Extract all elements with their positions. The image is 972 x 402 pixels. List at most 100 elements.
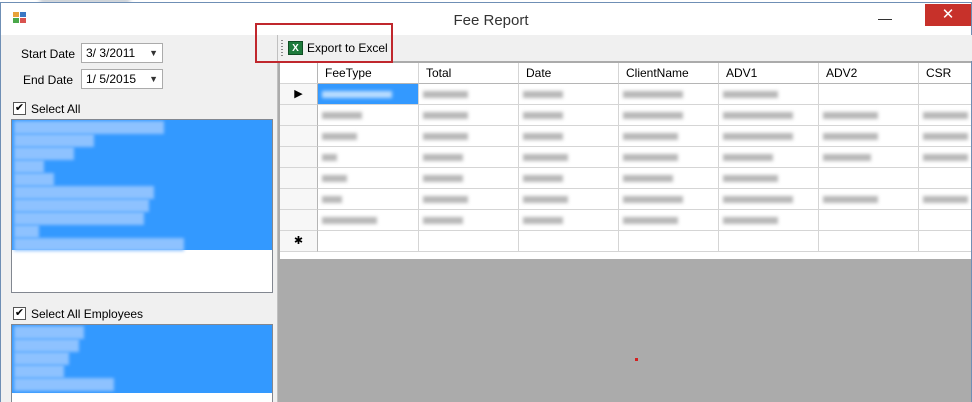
list-item[interactable] xyxy=(14,121,164,134)
list-item[interactable] xyxy=(14,173,54,186)
table-cell[interactable] xyxy=(318,84,419,105)
table-cell[interactable] xyxy=(619,105,719,126)
table-cell[interactable] xyxy=(419,189,519,210)
table-cell[interactable] xyxy=(919,105,971,126)
chevron-down-icon[interactable]: ▼ xyxy=(149,44,158,62)
table-cell[interactable] xyxy=(819,210,919,231)
row-header-new[interactable]: ✱ xyxy=(280,231,318,252)
row-header-current[interactable]: ▶ xyxy=(280,84,318,105)
new-row-cell[interactable] xyxy=(419,231,519,252)
table-cell[interactable] xyxy=(719,84,819,105)
select-all-checkbox[interactable]: ✔ xyxy=(13,102,26,115)
new-row-cell[interactable] xyxy=(919,231,971,252)
table-cell[interactable] xyxy=(719,147,819,168)
table-cell[interactable] xyxy=(419,105,519,126)
table-cell[interactable] xyxy=(519,147,619,168)
new-row-cell[interactable] xyxy=(819,231,919,252)
row-header[interactable] xyxy=(280,147,318,168)
list-item[interactable] xyxy=(14,134,94,147)
list-item[interactable] xyxy=(14,352,69,365)
table-cell[interactable] xyxy=(919,189,971,210)
table-cell[interactable] xyxy=(819,189,919,210)
new-row-cell[interactable] xyxy=(519,231,619,252)
start-date-picker[interactable]: 3/ 3/2011 ▼ xyxy=(81,43,163,63)
table-cell[interactable] xyxy=(619,210,719,231)
table-cell[interactable] xyxy=(919,168,971,189)
list-item[interactable] xyxy=(14,199,149,212)
row-header[interactable] xyxy=(280,168,318,189)
row-header[interactable] xyxy=(280,189,318,210)
minimize-button[interactable]: — xyxy=(871,9,899,29)
column-header-csr[interactable]: CSR xyxy=(919,63,971,84)
employee-selected-items[interactable] xyxy=(12,325,272,393)
employee-listbox[interactable] xyxy=(11,324,273,402)
row-header[interactable] xyxy=(280,210,318,231)
table-cell[interactable] xyxy=(318,105,419,126)
table-cell[interactable] xyxy=(819,84,919,105)
table-cell[interactable] xyxy=(619,84,719,105)
table-cell[interactable] xyxy=(519,126,619,147)
table-cell[interactable] xyxy=(318,210,419,231)
column-header-adv2[interactable]: ADV2 xyxy=(819,63,919,84)
table-cell[interactable] xyxy=(318,147,419,168)
close-button[interactable]: ✕ xyxy=(925,4,971,26)
table-cell[interactable] xyxy=(619,168,719,189)
list-item[interactable] xyxy=(14,365,64,378)
table-cell[interactable] xyxy=(819,147,919,168)
new-row-cell[interactable] xyxy=(318,231,419,252)
table-cell[interactable] xyxy=(719,168,819,189)
table-cell[interactable] xyxy=(819,168,919,189)
end-date-picker[interactable]: 1/ 5/2015 ▼ xyxy=(81,69,163,89)
table-cell[interactable] xyxy=(419,210,519,231)
column-header-date[interactable]: Date xyxy=(519,63,619,84)
list-item[interactable] xyxy=(14,186,154,199)
list-item[interactable] xyxy=(14,238,184,251)
column-header-clientname[interactable]: ClientName xyxy=(619,63,719,84)
list-item[interactable] xyxy=(14,339,79,352)
row-header[interactable] xyxy=(280,126,318,147)
table-cell[interactable] xyxy=(719,210,819,231)
table-cell[interactable] xyxy=(719,189,819,210)
column-header-total[interactable]: Total xyxy=(419,63,519,84)
select-all-employees-label[interactable]: Select All Employees xyxy=(31,307,143,321)
fee-type-listbox[interactable] xyxy=(11,119,273,293)
table-cell[interactable] xyxy=(619,147,719,168)
table-cell[interactable] xyxy=(919,84,971,105)
select-all-employees-checkbox[interactable]: ✔ xyxy=(13,307,26,320)
list-item[interactable] xyxy=(14,212,144,225)
table-cell[interactable] xyxy=(419,84,519,105)
table-cell[interactable] xyxy=(419,147,519,168)
title-bar[interactable]: Fee Report — ✕ xyxy=(1,3,971,35)
table-cell[interactable] xyxy=(419,168,519,189)
list-item[interactable] xyxy=(14,378,114,391)
table-cell[interactable] xyxy=(419,126,519,147)
table-cell[interactable] xyxy=(318,168,419,189)
table-cell[interactable] xyxy=(619,126,719,147)
grid-corner-header[interactable] xyxy=(280,63,318,84)
table-cell[interactable] xyxy=(919,126,971,147)
table-cell[interactable] xyxy=(719,105,819,126)
table-cell[interactable] xyxy=(919,147,971,168)
table-cell[interactable] xyxy=(318,189,419,210)
new-row-cell[interactable] xyxy=(719,231,819,252)
table-cell[interactable] xyxy=(919,210,971,231)
row-header[interactable] xyxy=(280,105,318,126)
table-cell[interactable] xyxy=(318,126,419,147)
table-cell[interactable] xyxy=(619,189,719,210)
table-cell[interactable] xyxy=(819,126,919,147)
list-item[interactable] xyxy=(14,160,44,173)
chevron-down-icon[interactable]: ▼ xyxy=(149,70,158,88)
table-cell[interactable] xyxy=(519,105,619,126)
list-item[interactable] xyxy=(14,326,84,339)
column-header-feetype[interactable]: FeeType xyxy=(318,63,419,84)
fee-type-selected-items[interactable] xyxy=(12,120,272,251)
list-item[interactable] xyxy=(14,147,74,160)
select-all-label[interactable]: Select All xyxy=(31,102,80,116)
table-cell[interactable] xyxy=(719,126,819,147)
list-item[interactable] xyxy=(14,225,39,238)
fee-data-grid[interactable]: FeeType Total Date ClientName ADV1 ADV2 … xyxy=(280,63,971,259)
new-row-cell[interactable] xyxy=(619,231,719,252)
table-cell[interactable] xyxy=(519,168,619,189)
table-cell[interactable] xyxy=(519,210,619,231)
table-cell[interactable] xyxy=(519,189,619,210)
